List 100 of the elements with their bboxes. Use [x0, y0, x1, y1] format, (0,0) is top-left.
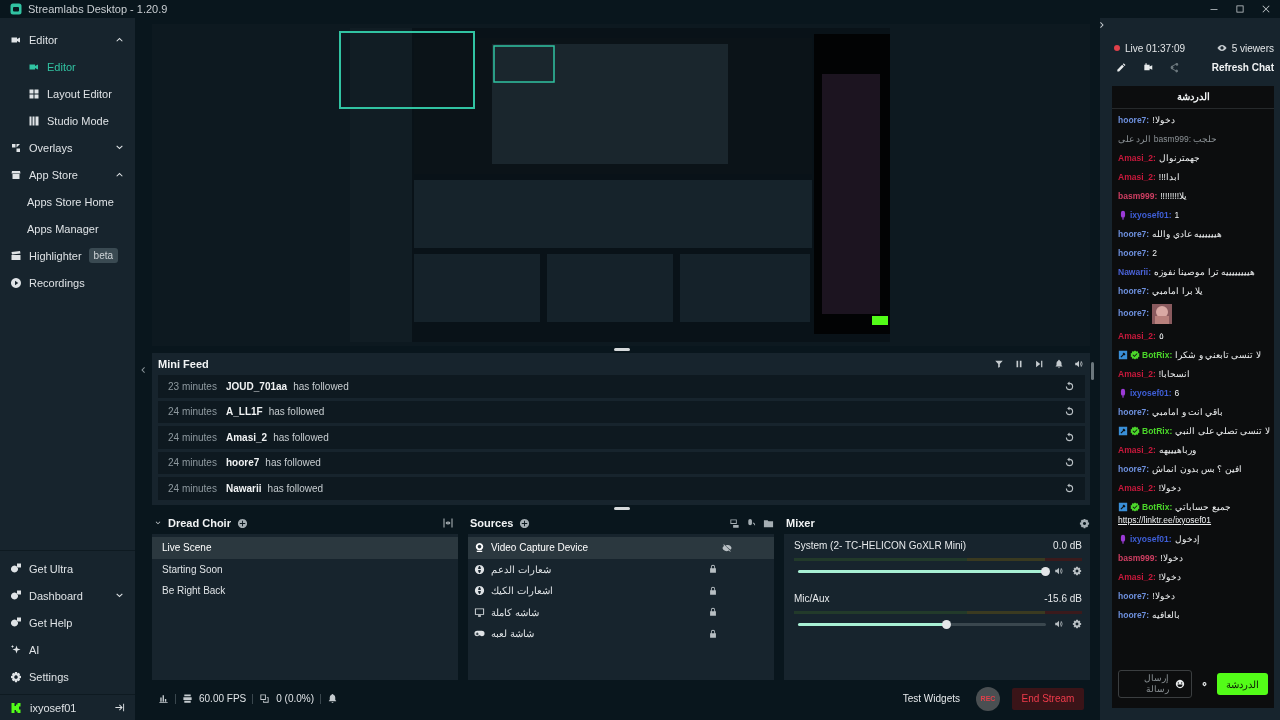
speaker-icon[interactable] — [1074, 359, 1084, 369]
close-icon[interactable] — [1260, 3, 1272, 15]
chevron-icon[interactable] — [154, 519, 162, 527]
replay-icon[interactable] — [1064, 482, 1075, 494]
nav-subitem[interactable]: Apps Manager — [0, 215, 135, 242]
chat-message: دخولا! — [1152, 591, 1175, 601]
fps-readout: 60.00 FPS — [199, 693, 247, 704]
chat-message: دخولا! — [1158, 483, 1182, 493]
chat-username[interactable]: ixyosef01: — [1130, 388, 1172, 398]
event-time: 24 minutes — [168, 482, 218, 494]
chat-username[interactable]: hoore7: — [1118, 464, 1150, 474]
source-item[interactable]: اشعارات الكيك — [468, 580, 774, 602]
replay-icon[interactable] — [1064, 457, 1075, 469]
nav-item[interactable]: Settings — [0, 663, 135, 690]
chat-username[interactable]: BotRix: — [1142, 350, 1173, 360]
chat-username[interactable]: ixyosef01: — [1130, 534, 1172, 544]
nav-item[interactable]: Get Help — [0, 609, 135, 636]
nav-item[interactable]: AI — [0, 636, 135, 663]
chat-username[interactable]: hoore7: — [1118, 115, 1150, 125]
chat-username[interactable]: hoore7: — [1118, 248, 1150, 258]
chat-username[interactable]: hoore7: — [1118, 308, 1150, 319]
chat-username[interactable]: hoore7: — [1118, 610, 1150, 620]
lock-icon[interactable] — [708, 564, 718, 575]
folder-icon[interactable] — [763, 517, 774, 529]
chat-username[interactable]: ixyosef01: — [1130, 210, 1172, 220]
message-field[interactable]: إرسال رسالة — [1118, 670, 1192, 698]
transition-icon[interactable] — [442, 517, 454, 529]
scene-item[interactable]: Starting Soon — [152, 558, 458, 580]
event-user: Amasi_2 — [226, 431, 268, 443]
settings-icon[interactable] — [1202, 679, 1207, 689]
live-dot — [1114, 45, 1120, 51]
filter-icon[interactable] — [994, 359, 1004, 369]
bar-chart-icon[interactable] — [158, 693, 169, 704]
chat-message: ٥ — [1158, 331, 1164, 341]
source-item[interactable]: شاشة لعبه — [468, 623, 774, 645]
settings-icon[interactable] — [1079, 517, 1090, 529]
source-item[interactable]: شعارات الدعم — [468, 558, 774, 580]
globe-icon — [474, 563, 485, 575]
lock-icon[interactable] — [708, 628, 718, 639]
source-item[interactable]: شاشه كاملة — [468, 601, 774, 623]
chat-send-button[interactable]: الدردشة — [1217, 673, 1268, 695]
nav-item[interactable]: App Store — [0, 161, 135, 188]
settings-icon[interactable] — [1072, 619, 1082, 629]
nav-subitem[interactable]: Studio Mode — [0, 107, 135, 134]
chat-username[interactable]: basm999: — [1118, 191, 1158, 201]
replay-icon[interactable] — [1064, 406, 1075, 418]
chat-username[interactable]: basm999: — [1118, 553, 1158, 563]
replay-icon[interactable] — [1064, 380, 1075, 392]
nav-subitem[interactable]: Layout Editor — [0, 80, 135, 107]
nav-subitem[interactable]: Editor — [0, 53, 135, 80]
scene-item[interactable]: Be Right Back — [152, 580, 458, 602]
replay-icon[interactable] — [1064, 431, 1075, 443]
nav-item[interactable]: Recordings — [0, 269, 135, 296]
settings-icon[interactable] — [1072, 566, 1082, 576]
speaker-icon[interactable] — [1054, 566, 1064, 576]
chat-username[interactable]: BotRix: — [1142, 426, 1173, 436]
skip-icon[interactable] — [1034, 359, 1044, 369]
chat-username[interactable]: hoore7: — [1118, 286, 1150, 296]
chat-username[interactable]: Nawarii: — [1118, 267, 1152, 277]
nav-subitem[interactable]: Apps Store Home — [0, 188, 135, 215]
scene-item[interactable]: Live Scene — [152, 537, 458, 559]
add-icon[interactable] — [519, 517, 531, 529]
chat-link[interactable]: https://linktr.ee/ixyosef01 — [1118, 514, 1271, 527]
beta-badge: beta — [88, 248, 119, 263]
refresh-chat-button[interactable]: Refresh Chat — [1211, 61, 1274, 73]
bell-icon[interactable] — [327, 693, 339, 704]
chat-message: لا تنسى تصلي على النبي — [1175, 426, 1270, 436]
speaker-icon[interactable] — [1054, 619, 1064, 629]
overlay-icon — [10, 141, 22, 154]
chat-username[interactable]: BotRix: — [1142, 502, 1173, 512]
play-icon — [10, 276, 22, 289]
frame-icon[interactable] — [729, 517, 740, 529]
chat-username[interactable]: hoore7: — [1118, 407, 1150, 417]
chat-username[interactable]: hoore7: — [1118, 229, 1150, 239]
webcam-icon — [474, 542, 485, 554]
store-icon — [10, 168, 22, 181]
nav-item[interactable]: Highlighter beta — [0, 242, 135, 269]
chat-message: هييييييييه ترا موصينا نفوزه — [1154, 267, 1256, 277]
pause-icon[interactable] — [1014, 359, 1024, 369]
pencil-icon[interactable] — [1116, 61, 1127, 73]
add-icon[interactable] — [236, 517, 248, 529]
share-icon[interactable] — [1169, 61, 1180, 73]
lock-icon[interactable] — [708, 607, 718, 618]
maximize-icon[interactable] — [1234, 3, 1246, 15]
volume-slider[interactable] — [798, 622, 1046, 626]
source-item[interactable]: Video Capture Device — [468, 537, 774, 559]
nav-item[interactable]: Dashboard — [0, 582, 135, 609]
bell-icon[interactable] — [1054, 359, 1064, 369]
nav-item[interactable]: Editor — [0, 26, 135, 53]
emoji-icon[interactable] — [1175, 679, 1185, 689]
test-widgets-button[interactable]: Test Widgets — [898, 693, 964, 704]
account-name: ixyosef01 — [30, 701, 77, 714]
nav-item[interactable]: Overlays — [0, 134, 135, 161]
end-stream-button[interactable]: End Stream — [1012, 687, 1084, 710]
lock-icon[interactable] — [708, 585, 718, 596]
hidden-icon[interactable] — [722, 542, 732, 553]
chat-username[interactable]: hoore7: — [1118, 591, 1150, 601]
nav-item[interactable]: Get Ultra — [0, 555, 135, 582]
logout-icon[interactable] — [114, 702, 125, 713]
chat-message: دخولا! — [1158, 572, 1182, 582]
